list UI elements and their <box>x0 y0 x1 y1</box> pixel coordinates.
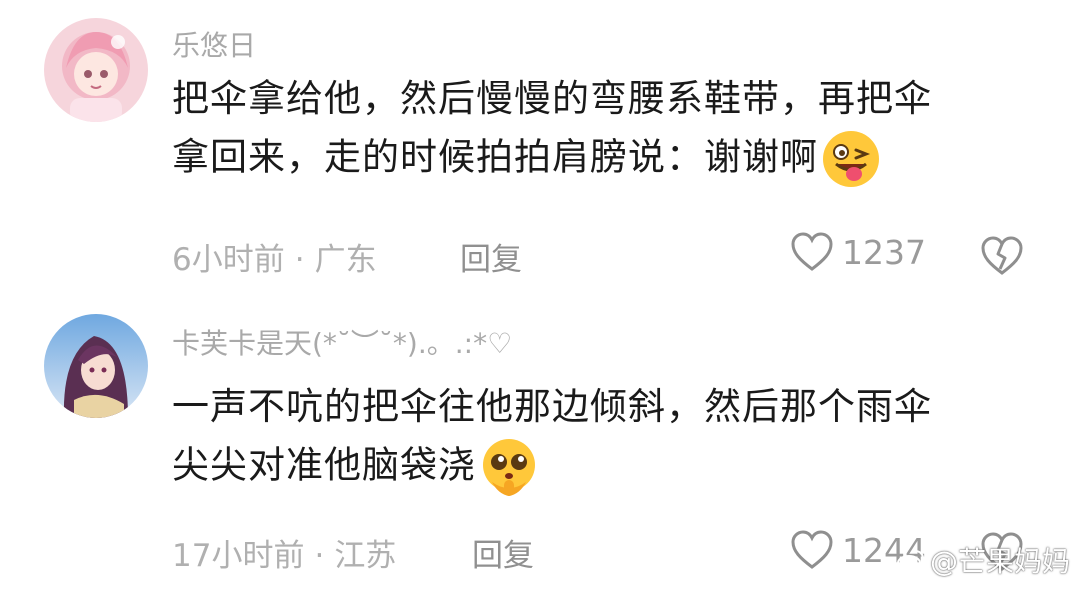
avatar-image <box>44 314 148 418</box>
weibo-logo-icon <box>896 550 924 571</box>
broken-heart-icon <box>981 236 1023 275</box>
username[interactable]: 卡芙卡是天(*˘︶˘*).。.:*♡ <box>172 322 512 362</box>
comment-text: 把伞拿给他，然后慢慢的弯腰系鞋带，再把伞 拿回来，走的时候拍拍肩膀说：谢谢啊 <box>172 70 1022 190</box>
heart-icon <box>791 530 833 569</box>
reply-button[interactable]: 回复 <box>460 234 522 279</box>
avatar[interactable] <box>44 314 148 418</box>
comment-line: 尖尖对准他脑袋浇 <box>172 443 476 487</box>
pleading-face-emoji-icon <box>478 436 540 498</box>
comment-line: 一声不吭的把伞往他那边倾斜，然后那个雨伞 <box>172 385 932 428</box>
comment-meta: 6小时前 · 广东 <box>172 234 377 279</box>
comment-line-with-emoji: 尖尖对准他脑袋浇 <box>172 436 1022 498</box>
separator-dot: · <box>314 538 325 574</box>
comment-line-with-emoji: 拿回来，走的时候拍拍肩膀说：谢谢啊 <box>172 128 1022 190</box>
reply-button[interactable]: 回复 <box>472 530 534 575</box>
comment-line: 把伞拿给他，然后慢慢的弯腰系鞋带，再把伞 <box>172 77 932 120</box>
separator-dot: · <box>294 242 305 278</box>
winking-tongue-emoji-icon <box>820 128 882 190</box>
watermark: @芒果妈妈 <box>896 540 1070 580</box>
dislike-button[interactable] <box>980 236 1024 280</box>
username[interactable]: 乐悠日 <box>172 24 256 64</box>
avatar[interactable] <box>44 18 148 122</box>
timestamp: 6小时前 <box>172 242 285 278</box>
location: 广东 <box>314 242 377 278</box>
avatar-image <box>44 18 148 122</box>
watermark-text: @芒果妈妈 <box>929 545 1070 578</box>
comment-line: 拿回来，走的时候拍拍肩膀说：谢谢啊 <box>172 135 818 179</box>
timestamp: 17小时前 <box>172 538 305 574</box>
heart-icon <box>791 232 833 271</box>
comment-meta: 17小时前 · 江苏 <box>172 530 396 575</box>
location: 江苏 <box>334 538 397 574</box>
comment-text: 一声不吭的把伞往他那边倾斜，然后那个雨伞 尖尖对准他脑袋浇 <box>172 378 1022 498</box>
like-count: 1237 <box>842 232 926 272</box>
like-button[interactable]: 1237 <box>790 232 926 272</box>
